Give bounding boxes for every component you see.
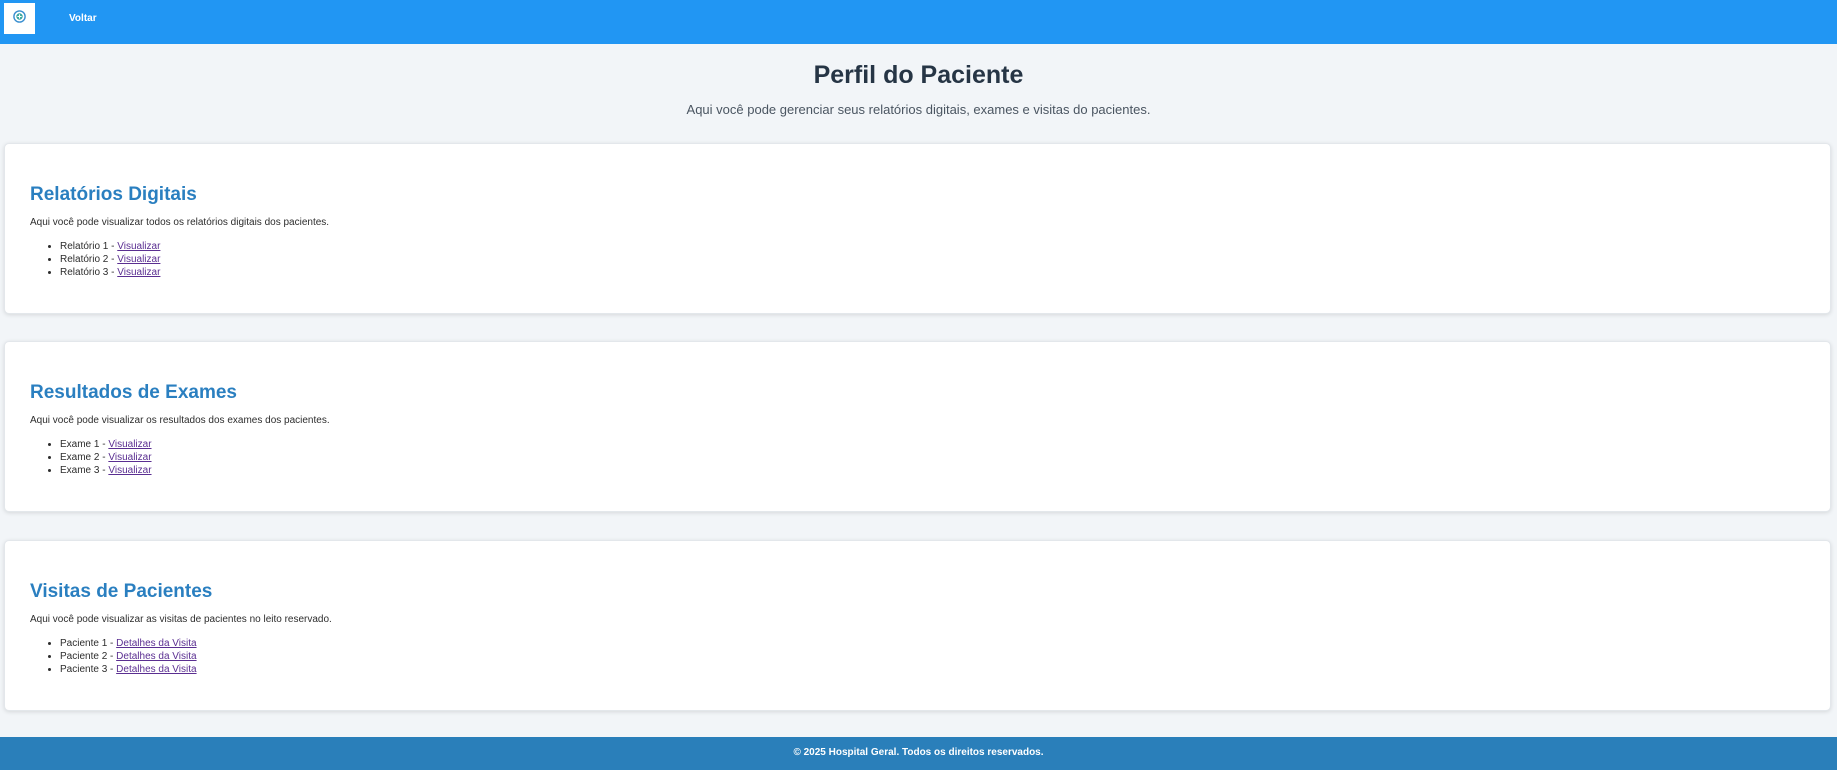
top-navbar: Voltar xyxy=(0,0,1837,44)
hospital-logo-icon xyxy=(13,9,26,28)
section-title: Visitas de Pacientes xyxy=(30,581,213,602)
visit-list: Paciente 1 - Detalhes da Visita Paciente… xyxy=(30,637,197,676)
list-item-label: Exame 3 - xyxy=(60,465,109,476)
section-description: Aqui você pode visualizar os resultados … xyxy=(30,415,330,426)
section-title: Relatórios Digitais xyxy=(30,184,197,205)
view-link[interactable]: Visualizar xyxy=(117,267,160,278)
visit-details-link[interactable]: Detalhes da Visita xyxy=(116,664,196,675)
list-item-label: Paciente 1 - xyxy=(60,638,117,649)
view-link[interactable]: Visualizar xyxy=(108,452,151,463)
list-item-label: Relatório 1 - xyxy=(60,241,118,252)
list-item: Exame 2 - Visualizar xyxy=(60,451,152,464)
list-item-label: Paciente 3 - xyxy=(60,664,117,675)
section-description: Aqui você pode visualizar as visitas de … xyxy=(30,614,332,625)
view-link[interactable]: Visualizar xyxy=(108,439,151,450)
list-item-label: Exame 1 - xyxy=(60,439,109,450)
section-title: Resultados de Exames xyxy=(30,382,237,403)
view-link[interactable]: Visualizar xyxy=(117,254,160,265)
section-patient-visits: Visitas de Pacientes Aqui você pode visu… xyxy=(4,540,1831,711)
list-item: Exame 1 - Visualizar xyxy=(60,438,152,451)
visit-details-link[interactable]: Detalhes da Visita xyxy=(116,638,196,649)
list-item: Relatório 1 - Visualizar xyxy=(60,240,160,253)
page-title: Perfil do Paciente xyxy=(813,61,1024,89)
view-link[interactable]: Visualizar xyxy=(117,241,160,252)
list-item-label: Paciente 2 - xyxy=(60,651,117,662)
list-item: Exame 3 - Visualizar xyxy=(60,464,152,477)
list-item-label: Relatório 3 - xyxy=(60,267,118,278)
section-exam-results: Resultados de Exames Aqui você pode visu… xyxy=(4,341,1831,512)
list-item-label: Exame 2 - xyxy=(60,452,109,463)
back-link[interactable]: Voltar xyxy=(69,13,97,24)
hospital-logo[interactable] xyxy=(4,3,35,34)
report-list: Relatório 1 - Visualizar Relatório 2 - V… xyxy=(30,240,160,279)
visit-details-link[interactable]: Detalhes da Visita xyxy=(116,651,196,662)
list-item: Relatório 2 - Visualizar xyxy=(60,253,160,266)
list-item: Relatório 3 - Visualizar xyxy=(60,266,160,279)
list-item: Paciente 3 - Detalhes da Visita xyxy=(60,663,197,676)
list-item-label: Relatório 2 - xyxy=(60,254,118,265)
section-description: Aqui você pode visualizar todos os relat… xyxy=(30,217,330,228)
footer: © 2025 Hospital Geral. Todos os direitos… xyxy=(0,737,1837,770)
list-item: Paciente 2 - Detalhes da Visita xyxy=(60,650,197,663)
exam-list: Exame 1 - Visualizar Exame 2 - Visualiza… xyxy=(30,438,152,477)
view-link[interactable]: Visualizar xyxy=(108,465,151,476)
footer-copyright: © 2025 Hospital Geral. Todos os direitos… xyxy=(793,747,1044,758)
section-digital-reports: Relatórios Digitais Aqui você pode visua… xyxy=(4,143,1831,314)
page-subtitle: Aqui você pode gerenciar seus relatórios… xyxy=(686,102,1151,117)
list-item: Paciente 1 - Detalhes da Visita xyxy=(60,637,197,650)
